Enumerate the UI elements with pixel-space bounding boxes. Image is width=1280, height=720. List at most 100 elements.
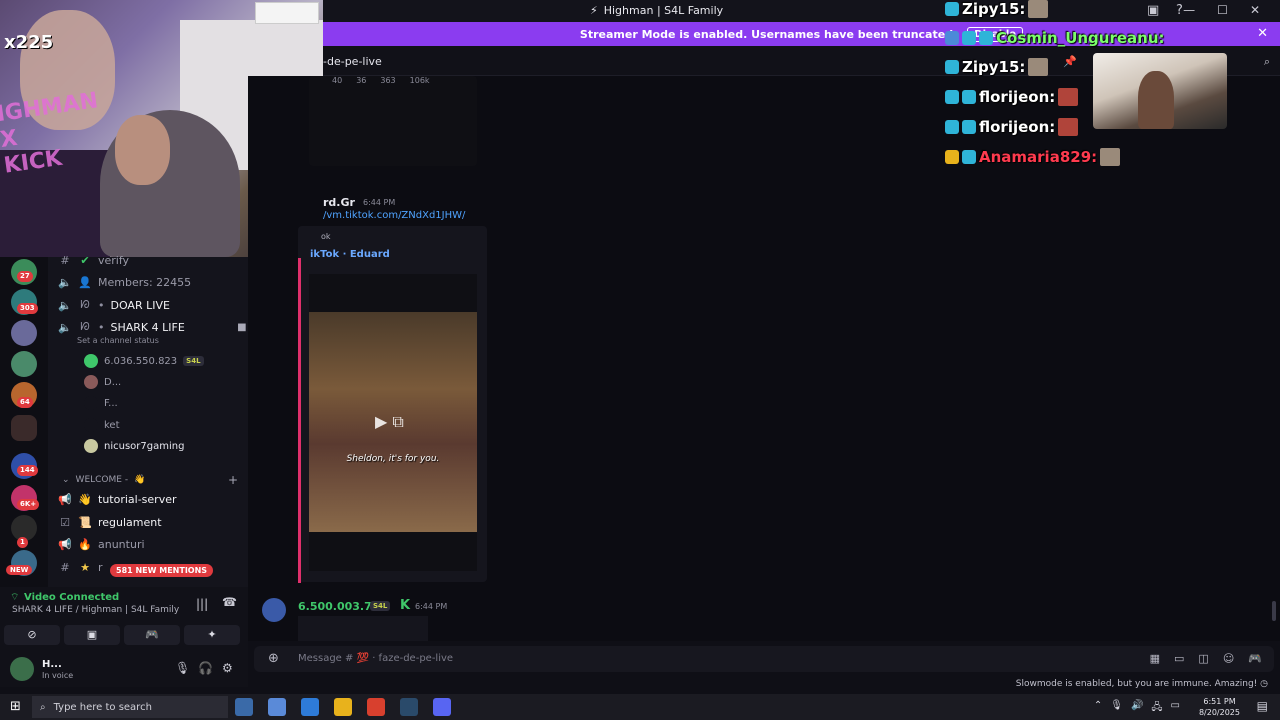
webcam-ac-unit <box>255 2 319 24</box>
noise-suppression-icon[interactable]: ||| <box>196 597 208 611</box>
set-channel-status[interactable]: Set a channel status <box>77 336 159 345</box>
chevron-up-icon[interactable]: ⌃ <box>1094 700 1102 717</box>
channel-anunturi[interactable]: 📢 🔥 anunturi <box>58 534 144 554</box>
app-icon[interactable] <box>367 698 385 716</box>
scrollbar[interactable] <box>1272 601 1276 621</box>
minimize-icon[interactable]: — <box>1183 3 1195 17</box>
soundboard-button[interactable]: ✦ <box>184 625 240 645</box>
badge-icon <box>945 2 959 16</box>
message-composer[interactable]: ⊕ Message # 💯 · faze-de-pe-live ▦ ▭ ◫ ☺ … <box>254 646 1274 672</box>
server-icon[interactable] <box>11 351 37 377</box>
stream-chat-line: florijeon: <box>945 88 1079 106</box>
kick-icon: K <box>400 598 411 613</box>
server-badge: 27 <box>17 271 33 282</box>
channel-regulament[interactable]: ☑ 📜 regulament <box>58 512 162 532</box>
server-icon[interactable] <box>11 320 37 346</box>
avatar <box>84 439 98 453</box>
help-icon[interactable]: ? <box>1176 3 1183 18</box>
embed-title[interactable]: ikTok · Eduard <box>310 249 390 260</box>
emote-icon <box>1058 88 1079 106</box>
windows-start-icon[interactable]: ⊞ <box>10 699 21 714</box>
video-frame[interactable]: ▶ ⧉ Sheldon, it's for you. <box>309 312 477 532</box>
volume-icon[interactable]: 🔊 <box>1131 700 1143 717</box>
chat-area: 40 36 363 106k rd.Gr 6:44 PM /vm.tiktok.… <box>248 76 1280 641</box>
new-mentions-pill[interactable]: 581 NEW MENTIONS <box>110 564 214 577</box>
app-icon[interactable] <box>268 698 286 716</box>
message-link[interactable]: /vm.tiktok.com/ZNdXd1JHW/ <box>323 210 465 221</box>
avatar[interactable] <box>262 598 286 622</box>
voice-user[interactable]: nicusor7gaming <box>84 436 184 456</box>
user-name: H... <box>42 659 62 670</box>
banner-message: Streamer Mode is enabled. Usernames have… <box>579 27 958 41</box>
activity-button[interactable]: 🎮 <box>124 625 180 645</box>
search-icon[interactable]: ⌕ <box>1264 55 1270 69</box>
folder-icon[interactable] <box>334 698 352 716</box>
voice-user[interactable]: 6.036.550.823 S4L <box>84 351 204 371</box>
stream-chat-line: florijeon: <box>945 118 1079 136</box>
channel-r[interactable]: # ★ r <box>58 557 102 577</box>
voice-status[interactable]: Video Connected <box>24 592 119 603</box>
banner-close-icon[interactable]: ✕ <box>1257 26 1268 41</box>
camera-toggle-button[interactable]: ⊘ <box>4 625 60 645</box>
mic-icon[interactable]: 🎙 <box>1110 700 1123 717</box>
gear-icon[interactable]: ⚙ <box>222 661 233 675</box>
channel-shark-4-life[interactable]: 🔈 ᘗ • SHARK 4 LIFE <box>58 317 185 337</box>
headphones-icon[interactable]: 🎧 <box>198 661 213 675</box>
apps-icon[interactable]: 🎮 <box>1248 652 1262 665</box>
channel-doar-live[interactable]: 🔈 ᘗ • DOAR LIVE <box>58 295 170 315</box>
add-attachment-icon[interactable]: ⊕ <box>268 651 279 666</box>
network-icon[interactable]: 🖧 <box>1151 700 1162 717</box>
hash-icon: # <box>60 253 70 267</box>
add-channel-icon[interactable]: + <box>228 473 238 487</box>
embed-stats: 40 36 363 106k <box>332 76 430 85</box>
voice-user[interactable]: D... <box>84 372 121 392</box>
message-input[interactable]: Message # 💯 · faze-de-pe-live <box>298 653 453 664</box>
notification-icon[interactable]: ▤ <box>1257 699 1268 713</box>
gif-icon[interactable]: ▭ <box>1174 652 1184 665</box>
server-badge: 6K+ <box>17 499 40 510</box>
mic-icon[interactable]: 🎙 <box>175 661 190 675</box>
search-icon: ⌕ <box>40 701 46 713</box>
battery-icon[interactable]: ▭ <box>1171 700 1180 717</box>
new-badge[interactable]: NEW <box>6 565 33 575</box>
gift-icon[interactable]: ▦ <box>1150 652 1160 665</box>
fire-icon: 🔥 <box>78 537 92 551</box>
taskbar-clock[interactable]: 6:51 PM 8/20/2025 <box>1199 696 1240 718</box>
category-welcome[interactable]: ⌄ WELCOME - 👋 <box>62 470 145 490</box>
previous-embed <box>309 76 477 166</box>
wave-icon: 👋 <box>78 492 92 506</box>
badge-icon <box>945 120 959 134</box>
message-time: 6:44 PM <box>415 602 448 611</box>
check-icon: ✔ <box>80 253 90 267</box>
announce-icon: 📢 <box>58 492 72 506</box>
channel-tutorial-server[interactable]: 📢 👋 tutorial-server <box>58 489 176 509</box>
video-icon: ■ <box>237 322 247 333</box>
channel-verify[interactable]: # ✔ verify <box>58 250 129 270</box>
inbox-icon[interactable]: ▣ <box>1147 3 1159 18</box>
disconnect-icon[interactable]: ☎ <box>222 595 237 609</box>
message-author[interactable]: rd.Gr <box>323 196 355 209</box>
voice-user[interactable]: F... <box>84 393 118 413</box>
message-attachment[interactable] <box>298 616 428 641</box>
steam-icon[interactable] <box>400 698 418 716</box>
voice-user[interactable]: ket <box>84 415 120 435</box>
scroll-icon: 📜 <box>78 515 92 529</box>
server-folder[interactable] <box>11 415 37 441</box>
taskbar-search[interactable]: ⌕ Type here to search <box>32 696 228 718</box>
app-icon[interactable] <box>235 698 253 716</box>
rules-icon: ☑ <box>60 515 70 529</box>
pin-icon[interactable]: 📌 <box>1063 55 1077 68</box>
sword-badge-icon <box>945 31 959 45</box>
app-icon[interactable] <box>301 698 319 716</box>
screen-share-button[interactable]: ▣ <box>64 625 120 645</box>
play-icon[interactable]: ▶ ⧉ <box>375 412 404 432</box>
sticker-icon[interactable]: ◫ <box>1198 652 1208 665</box>
emoji-icon[interactable]: ☺ <box>1223 652 1234 665</box>
maximize-icon[interactable]: ☐ <box>1217 3 1228 17</box>
badge-icon <box>945 60 959 74</box>
channel-members[interactable]: 🔈 👤 Members: 22455 <box>58 272 191 292</box>
close-window-icon[interactable]: ✕ <box>1250 3 1260 17</box>
discord-icon[interactable] <box>433 698 451 716</box>
voice-panel: ⌔ Video Connected SHARK 4 LIFE / Highman… <box>0 587 248 687</box>
avatar[interactable] <box>10 657 34 681</box>
